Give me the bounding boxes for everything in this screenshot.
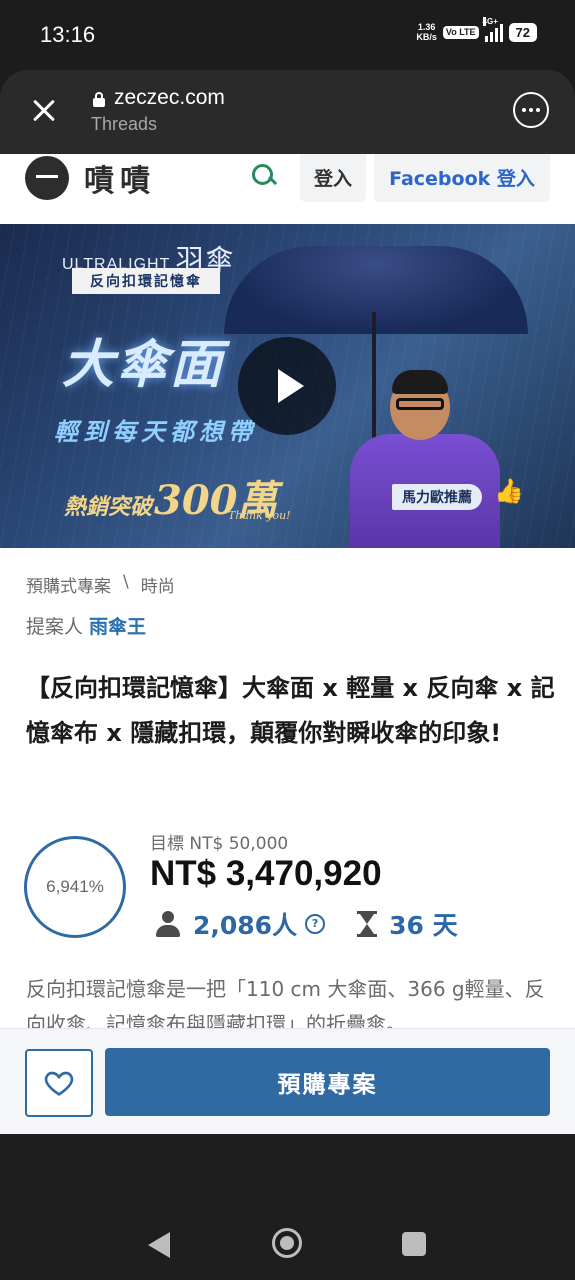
hourglass-icon [357, 911, 378, 937]
status-time: 13:16 [40, 22, 96, 47]
site-header: 嘖嘖 登入 Facebook 登入 [0, 154, 575, 224]
back-icon[interactable] [148, 1232, 170, 1258]
umbrella-illustration [224, 246, 528, 346]
login-button[interactable]: 登入 [300, 154, 366, 202]
funding-goal: 目標 NT$ 50,000 [150, 834, 289, 854]
more-options-icon[interactable] [513, 92, 549, 128]
breadcrumb: 預購式專案 \ 時尚 [26, 572, 175, 597]
backer-count: 2,086人 [193, 911, 298, 940]
funding-progress-ring: 6,941% [24, 836, 126, 938]
play-icon[interactable] [238, 337, 336, 435]
days-left: 36 天 [389, 911, 458, 940]
signal-label: 4G+ [482, 17, 498, 26]
system-navigation-bar [0, 1134, 575, 1280]
logo-icon[interactable] [25, 156, 69, 200]
facebook-login-button[interactable]: Facebook 登入 [374, 154, 550, 202]
project-stats: 2,086人 ? 36 天 [155, 906, 458, 942]
status-bar: 13:16 1.36 KB/s Vo LTE 4G+ 72 [0, 0, 575, 70]
logo-text[interactable]: 嘖嘖 [84, 156, 156, 200]
favorite-button[interactable] [25, 1049, 93, 1117]
thumbs-up-icon: 👍 [494, 477, 524, 505]
project-title: 【反向扣環記憶傘】大傘面 x 輕量 x 反向傘 x 記憶傘布 x 隱藏扣環，顛覆… [26, 674, 555, 747]
hero-headline: 大傘面 [62, 335, 225, 395]
endorsement-tag: 馬力歐推薦 [392, 484, 482, 510]
lock-icon [93, 92, 105, 107]
web-page: 嘖嘖 登入 Facebook 登入 ULTRALIGHT 羽傘 反向扣環記憶傘 … [0, 154, 575, 1134]
bottom-action-bar: 預購專案 [0, 1028, 575, 1134]
proposer: 提案人 雨傘王 [26, 612, 146, 639]
network-speed: 1.36 KB/s [416, 22, 437, 42]
proposer-name-link[interactable]: 雨傘王 [89, 616, 146, 638]
preorder-button[interactable]: 預購專案 [105, 1048, 550, 1116]
close-icon[interactable] [26, 92, 62, 128]
user-icon [155, 911, 181, 937]
browser-toolbar: zeczec.com Threads [0, 70, 575, 154]
volte-icon: Vo LTE [442, 25, 479, 39]
funding-amount: NT$ 3,470,920 [150, 854, 382, 893]
url-subtitle: Threads [91, 114, 158, 134]
status-indicators: 1.36 KB/s Vo LTE 4G+ 72 [416, 17, 537, 42]
proposer-label: 提案人 [26, 616, 84, 638]
breadcrumb-separator: \ [123, 572, 129, 592]
breadcrumb-subcategory[interactable]: 時尚 [141, 572, 175, 597]
network-speed-unit: KB/s [416, 32, 437, 42]
project-video-banner[interactable]: ULTRALIGHT 羽傘 反向扣環記憶傘 大傘面 輕到每天都想帶 熱銷突破 30… [0, 224, 575, 548]
recent-apps-icon[interactable] [402, 1232, 426, 1256]
home-icon[interactable] [272, 1228, 302, 1258]
hero-subline: 輕到每天都想帶 [54, 418, 257, 446]
help-icon[interactable]: ? [305, 914, 326, 934]
hero-badge: 反向扣環記憶傘 [72, 268, 220, 294]
network-speed-value: 1.36 [417, 22, 436, 32]
hero-thanks: Thank you! [228, 509, 291, 522]
signal-icon: 4G+ [482, 17, 503, 42]
battery-icon: 72 [508, 22, 537, 42]
url-text[interactable]: zeczec.com [114, 86, 225, 110]
person-illustration [330, 370, 510, 548]
breadcrumb-category[interactable]: 預購式專案 [26, 572, 111, 597]
search-icon[interactable] [252, 164, 278, 188]
heart-icon [44, 1071, 74, 1096]
